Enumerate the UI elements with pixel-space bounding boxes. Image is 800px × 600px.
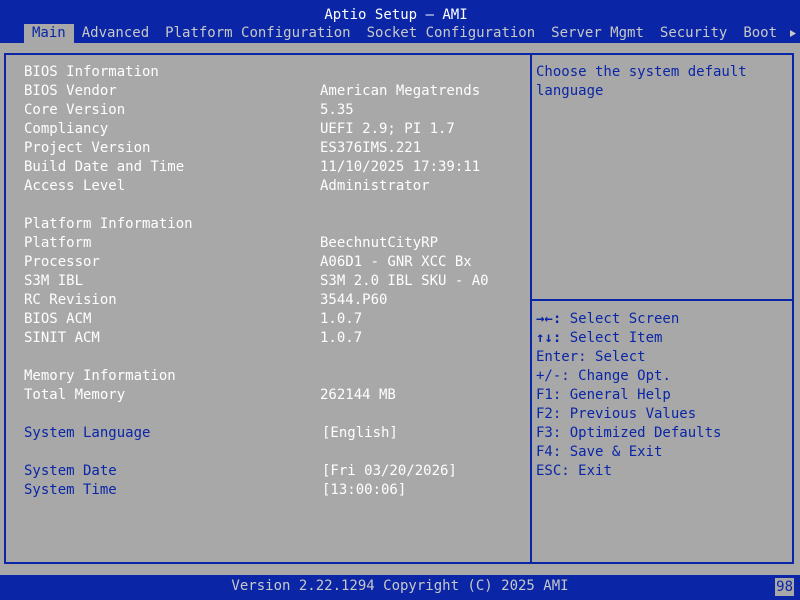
key-hint: F1: General Help bbox=[536, 386, 786, 405]
info-label: Build Date and Time bbox=[24, 159, 185, 175]
info-value: American Megatrends bbox=[320, 83, 481, 99]
app-title: Aptio Setup – AMI bbox=[324, 7, 468, 23]
info-label: RC Revision bbox=[24, 292, 117, 308]
option-value[interactable]: [13:00:06] bbox=[322, 481, 406, 500]
info-label: Compliancy bbox=[24, 121, 109, 137]
option-label: System Date bbox=[24, 463, 117, 479]
key-hint: →←: Select Screen bbox=[536, 310, 786, 329]
tab-platform-configuration[interactable]: Platform Configuration bbox=[157, 24, 358, 43]
key-hint: Enter: Select bbox=[536, 348, 786, 367]
key-name: F4: bbox=[536, 444, 570, 460]
key-hint: ↑↓: Select Item bbox=[536, 329, 786, 348]
info-label: BIOS ACM bbox=[24, 311, 92, 327]
info-row: Total Memory 262144 MB bbox=[0, 386, 530, 405]
help-divider bbox=[532, 299, 794, 301]
info-label: SINIT ACM bbox=[24, 330, 100, 346]
info-value: 1.0.7 bbox=[320, 330, 363, 346]
tab-server-mgmt[interactable]: Server Mgmt bbox=[543, 24, 652, 43]
key-name: ↑↓: bbox=[536, 330, 570, 346]
tab-socket-configuration[interactable]: Socket Configuration bbox=[359, 24, 544, 43]
key-desc: Select Screen bbox=[569, 311, 680, 327]
info-row: Processor A06D1 - GNR XCC Bx bbox=[0, 253, 530, 272]
info-row: BIOS Vendor American Megatrends bbox=[0, 82, 530, 101]
info-label: BIOS Vendor bbox=[24, 83, 117, 99]
info-label: Total Memory bbox=[24, 387, 126, 403]
section-heading: Platform Information bbox=[0, 215, 530, 234]
key-name: ESC: bbox=[536, 463, 579, 479]
tab-boot[interactable]: Boot bbox=[735, 24, 785, 43]
info-row: Access Level Administrator bbox=[0, 177, 530, 196]
info-value: S3M 2.0 IBL SKU - A0 bbox=[320, 273, 489, 289]
tab-bar: Main Advanced Platform Configuration Soc… bbox=[24, 24, 785, 43]
info-value: 3544.P60 bbox=[320, 292, 388, 308]
info-row: Platform BeechnutCityRP bbox=[0, 234, 530, 253]
info-label: Platform bbox=[24, 235, 92, 251]
bios-info-heading: BIOS Information bbox=[24, 64, 159, 80]
info-row: BIOS ACM 1.0.7 bbox=[0, 310, 530, 329]
platform-info-heading: Platform Information bbox=[24, 216, 193, 232]
panel-divider bbox=[530, 53, 532, 564]
key-desc: Change Opt. bbox=[578, 368, 671, 384]
info-value: Administrator bbox=[320, 178, 430, 194]
option-label: System Language bbox=[24, 425, 151, 441]
key-desc: General Help bbox=[569, 387, 671, 403]
info-row: Build Date and Time 11/10/2025 17:39:11 bbox=[0, 158, 530, 177]
info-row: Compliancy UEFI 2.9; PI 1.7 bbox=[0, 120, 530, 139]
info-value: ES376IMS.221 bbox=[320, 140, 422, 156]
key-name: →←: bbox=[536, 311, 570, 327]
triangle-right-icon[interactable] bbox=[788, 24, 798, 43]
help-text: Choose the system default language bbox=[536, 64, 756, 99]
key-desc: Select Item bbox=[569, 330, 663, 346]
info-row: SINIT ACM 1.0.7 bbox=[0, 329, 530, 348]
key-hint: +/-: Change Opt. bbox=[536, 367, 786, 386]
key-desc: Save & Exit bbox=[569, 444, 663, 460]
info-value: UEFI 2.9; PI 1.7 bbox=[320, 121, 455, 137]
info-label: Project Version bbox=[24, 140, 151, 156]
info-label: Core Version bbox=[24, 102, 126, 118]
tab-advanced[interactable]: Advanced bbox=[74, 24, 157, 43]
key-hint: F3: Optimized Defaults bbox=[536, 424, 786, 443]
info-value: 11/10/2025 17:39:11 bbox=[320, 159, 481, 175]
key-name: Enter: bbox=[536, 349, 596, 365]
status-bar: Version 2.22.1294 Copyright (C) 2025 AMI… bbox=[0, 575, 800, 600]
system-date-option[interactable]: System Date [Fri 03/20/2026] bbox=[0, 462, 530, 481]
info-label: Processor bbox=[24, 254, 100, 270]
option-label: System Time bbox=[24, 482, 117, 498]
title-bar: Aptio Setup – AMI Main Advanced Platform… bbox=[0, 0, 800, 43]
info-value: 1.0.7 bbox=[320, 311, 363, 327]
section-heading: BIOS Information bbox=[0, 63, 530, 82]
key-name: +/-: bbox=[536, 368, 579, 384]
page-number: 98 bbox=[775, 578, 794, 596]
key-legend: →←: Select Screen ↑↓: Select Item Enter:… bbox=[536, 310, 786, 481]
info-row: S3M IBL S3M 2.0 IBL SKU - A0 bbox=[0, 272, 530, 291]
section-heading: Memory Information bbox=[0, 367, 530, 386]
info-row: Core Version 5.35 bbox=[0, 101, 530, 120]
system-language-option[interactable]: System Language [English] bbox=[0, 424, 530, 443]
info-row: RC Revision 3544.P60 bbox=[0, 291, 530, 310]
info-value: A06D1 - GNR XCC Bx bbox=[320, 254, 472, 270]
info-label: S3M IBL bbox=[24, 273, 84, 289]
version-text: Version 2.22.1294 Copyright (C) 2025 AMI bbox=[231, 578, 569, 594]
key-hint: ESC: Exit bbox=[536, 462, 786, 481]
info-label: Access Level bbox=[24, 178, 126, 194]
key-desc: Optimized Defaults bbox=[569, 425, 722, 441]
key-hint: F4: Save & Exit bbox=[536, 443, 786, 462]
option-value[interactable]: [Fri 03/20/2026] bbox=[322, 462, 457, 481]
key-desc: Previous Values bbox=[569, 406, 697, 422]
tab-security[interactable]: Security bbox=[652, 24, 735, 43]
info-value: BeechnutCityRP bbox=[320, 235, 439, 251]
key-desc: Select bbox=[595, 349, 646, 365]
info-value: 262144 MB bbox=[320, 387, 396, 403]
tab-main[interactable]: Main bbox=[24, 24, 74, 43]
option-value[interactable]: [English] bbox=[322, 424, 398, 443]
key-name: F1: bbox=[536, 387, 570, 403]
key-name: F2: bbox=[536, 406, 570, 422]
key-desc: Exit bbox=[578, 463, 612, 479]
system-time-option[interactable]: System Time [13:00:06] bbox=[0, 481, 530, 500]
info-value: 5.35 bbox=[320, 102, 354, 118]
info-row: Project Version ES376IMS.221 bbox=[0, 139, 530, 158]
memory-info-heading: Memory Information bbox=[24, 368, 176, 384]
key-hint: F2: Previous Values bbox=[536, 405, 786, 424]
key-name: F3: bbox=[536, 425, 570, 441]
